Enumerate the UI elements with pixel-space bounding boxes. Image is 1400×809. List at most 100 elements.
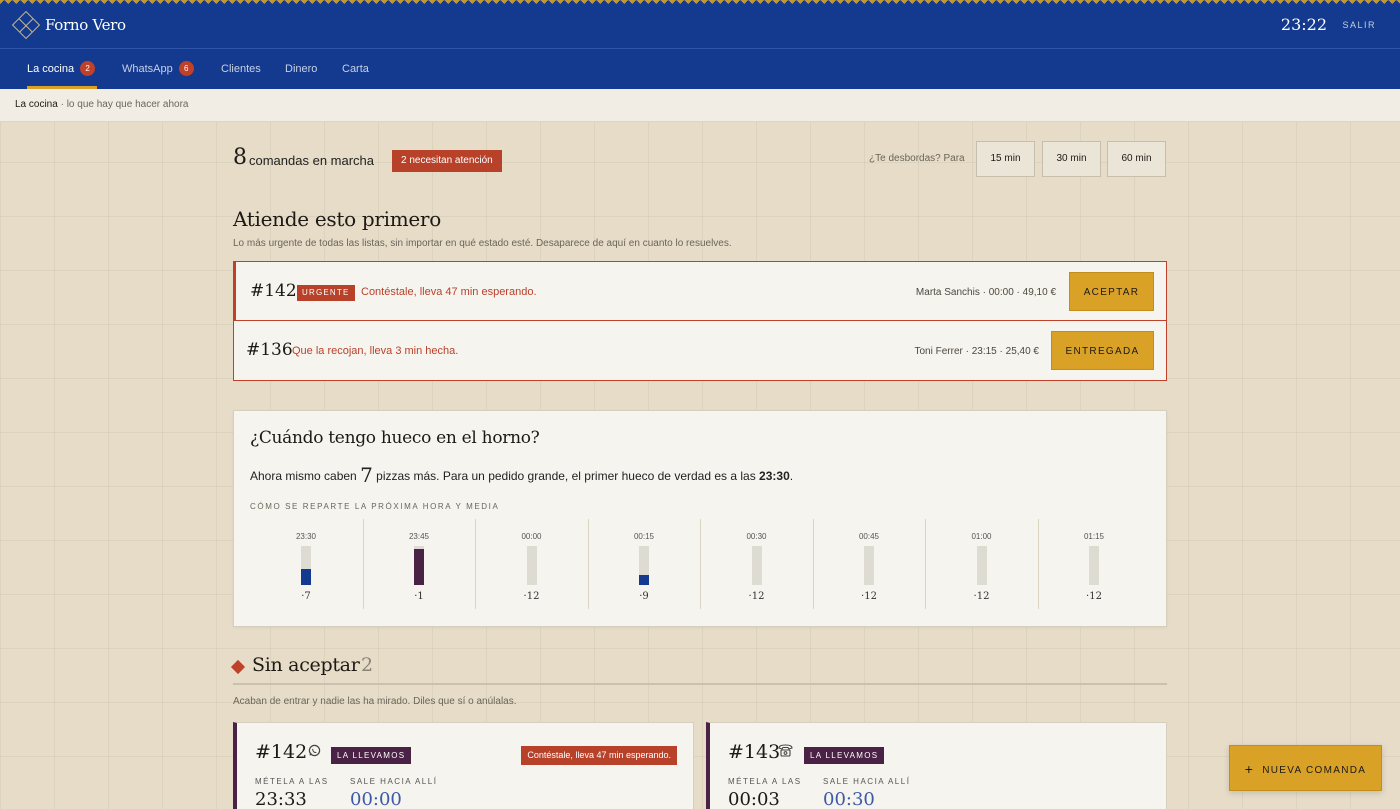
logo-icon: [11, 10, 41, 40]
oven-slot-free: ·1: [414, 591, 424, 602]
oven-slot-free: ·9: [639, 591, 649, 602]
pause-label: ¿Te desbordas? Para: [869, 153, 965, 164]
nav-badge: 6: [178, 61, 194, 76]
oven-slot: 01:15 ·12: [1037, 519, 1150, 609]
oven-slot-bar: [301, 546, 311, 585]
oven-title: ¿Cuándo tengo hueco en el horno?: [250, 428, 540, 448]
oven-summary: Ahora mismo caben 7 pizzas más. Para un …: [250, 463, 793, 487]
delivery-tag: LA LLEVAMOS: [804, 747, 885, 764]
order-number: #142: [255, 741, 308, 763]
new-order-button[interactable]: + NUEVA COMANDA: [1229, 745, 1382, 791]
oven-slot-time: 00:45: [858, 532, 880, 541]
delivered-button[interactable]: ENTREGADA: [1051, 331, 1154, 370]
oven-slot-time: 23:30: [295, 532, 317, 541]
section-divider: [233, 683, 1167, 685]
whatsapp-icon: [308, 744, 321, 760]
unaccepted-subtitle: Acaban de entrar y nadie las ha mirado. …: [233, 696, 517, 707]
oven-slot-free: ·12: [523, 591, 540, 602]
main-nav: La cocina 2 WhatsApp 6 Clientes Dinero Car…: [0, 49, 1400, 89]
oven-slot-free: ·7: [301, 591, 311, 602]
priority-title: Atiende esto primero: [233, 207, 441, 231]
oven-time-value: 23:33: [255, 789, 307, 809]
oven-time-value: 00:03: [728, 789, 780, 809]
oven-slot-fill: [639, 575, 649, 585]
nav-tab-menu[interactable]: Carta: [342, 49, 369, 89]
oven-time-label: MÉTELA A LAS: [728, 777, 802, 786]
oven-first-slot: 23:30: [759, 469, 790, 483]
oven-slot: 00:30 ·12: [700, 519, 812, 609]
phone-icon: [778, 744, 793, 760]
oven-slot-grid: 23:30·7 23:45·1 00:00·12 00:15·9 00:30·12 00:…: [250, 519, 1150, 609]
oven-slot-bar: [864, 546, 874, 585]
oven-slot-time: 23:45: [408, 532, 430, 541]
oven-slot-free: ·12: [861, 591, 877, 602]
unaccepted-title: Sin aceptar: [252, 654, 360, 676]
priority-item: #142 URGENTE Contéstale, lleva 47 min es…: [233, 261, 1167, 321]
oven-slot: 23:45 ·1: [362, 519, 475, 609]
pause-60-button[interactable]: 60 min: [1107, 141, 1166, 177]
oven-slot: 00:00 ·12: [475, 519, 587, 609]
order-number: #142: [250, 281, 297, 301]
nav-tab-label: WhatsApp: [122, 63, 173, 75]
breadcrumb-rest: · lo que hay que hacer ahora: [57, 99, 189, 110]
accept-button[interactable]: ACEPTAR: [1069, 272, 1154, 311]
oven-summary-end: .: [789, 469, 794, 483]
breadcrumb-current: La cocina: [15, 99, 58, 110]
nav-tab-clients[interactable]: Clientes: [221, 49, 261, 89]
order-card[interactable]: #143 LA LLEVAMOS MÉTELA A LAS 00:03 SALE…: [706, 722, 1167, 809]
oven-slot-free: ·12: [748, 591, 765, 602]
logout-button[interactable]: SALIR: [1342, 20, 1376, 30]
nav-tab-kitchen[interactable]: La cocina 2: [27, 49, 98, 89]
wait-alert: Contéstale, lleva 47 min esperando.: [521, 746, 677, 765]
attention-badge: 2 necesitan atención: [392, 150, 502, 172]
oven-slot-bar: [526, 546, 537, 585]
plus-icon: +: [1244, 761, 1255, 777]
oven-slot-fill: [414, 549, 424, 585]
new-order-label: NUEVA COMANDA: [1262, 765, 1367, 776]
diamond-icon: [230, 659, 246, 675]
orders-count: 8: [233, 145, 247, 170]
nav-tab-label: La cocina: [27, 63, 75, 75]
oven-caption: CÓMO SE REPARTE LA PRÓXIMA HORA Y MEDIA: [250, 502, 500, 511]
oven-slot-bar: [751, 546, 762, 585]
departure-label: SALE HACIA ALLÍ: [350, 777, 438, 786]
oven-slot-bar: [1089, 546, 1099, 585]
oven-slot-time: 00:30: [746, 532, 767, 541]
priority-message: Contéstale, lleva 47 min esperando.: [361, 286, 537, 298]
orders-count-label: comandas en marcha: [249, 153, 375, 168]
pause-15-button[interactable]: 15 min: [976, 141, 1035, 177]
oven-slot-bar: [414, 546, 424, 585]
unaccepted-count: 2: [361, 654, 374, 676]
oven-summary-pre: Ahora mismo caben: [250, 469, 357, 483]
oven-slot-time: 00:00: [521, 532, 542, 541]
urgent-tag: URGENTE: [297, 285, 355, 301]
order-number: #143: [728, 741, 781, 763]
breadcrumb: La cocina · lo que hay que hacer ahora: [15, 99, 188, 110]
clock: 23:22: [1280, 15, 1327, 34]
oven-slot-time: 00:15: [633, 532, 655, 541]
oven-capacity-card: ¿Cuándo tengo hueco en el horno? Ahora m…: [233, 410, 1167, 627]
oven-slot-free: ·12: [1086, 591, 1102, 602]
priority-item: #136 Que la recojan, lleva 3 min hecha. …: [233, 321, 1167, 381]
oven-free-count: 7: [360, 463, 373, 487]
brand-name: Forno Vero: [45, 16, 126, 34]
order-card[interactable]: #142 LA LLEVAMOS Contéstale, lleva 47 mi…: [233, 722, 694, 809]
delivery-tag: LA LLEVAMOS: [331, 747, 412, 764]
nav-tab-money[interactable]: Dinero: [285, 49, 317, 89]
oven-slot-time: 01:15: [1083, 532, 1105, 541]
oven-time-label: MÉTELA A LAS: [255, 777, 329, 786]
order-number: #136: [246, 340, 293, 360]
top-bar: Forno Vero 23:22 SALIR: [0, 0, 1400, 49]
departure-value: 00:00: [350, 789, 402, 809]
oven-slot-fill: [301, 569, 311, 585]
oven-slot: 00:45 ·12: [812, 519, 925, 609]
priority-message: Que la recojan, lleva 3 min hecha.: [292, 345, 459, 357]
priority-meta: Toni Ferrer · 23:15 · 25,40 €: [914, 346, 1039, 357]
priority-list: #142 URGENTE Contéstale, lleva 47 min es…: [233, 261, 1167, 381]
oven-slot-bar: [976, 546, 987, 585]
nav-tab-whatsapp[interactable]: WhatsApp 6: [122, 49, 194, 89]
oven-slot-free: ·12: [973, 591, 990, 602]
pause-30-button[interactable]: 30 min: [1042, 141, 1101, 177]
priority-subtitle: Lo más urgente de todas las listas, sin …: [233, 238, 732, 249]
oven-slot: 01:00 ·12: [925, 519, 1037, 609]
